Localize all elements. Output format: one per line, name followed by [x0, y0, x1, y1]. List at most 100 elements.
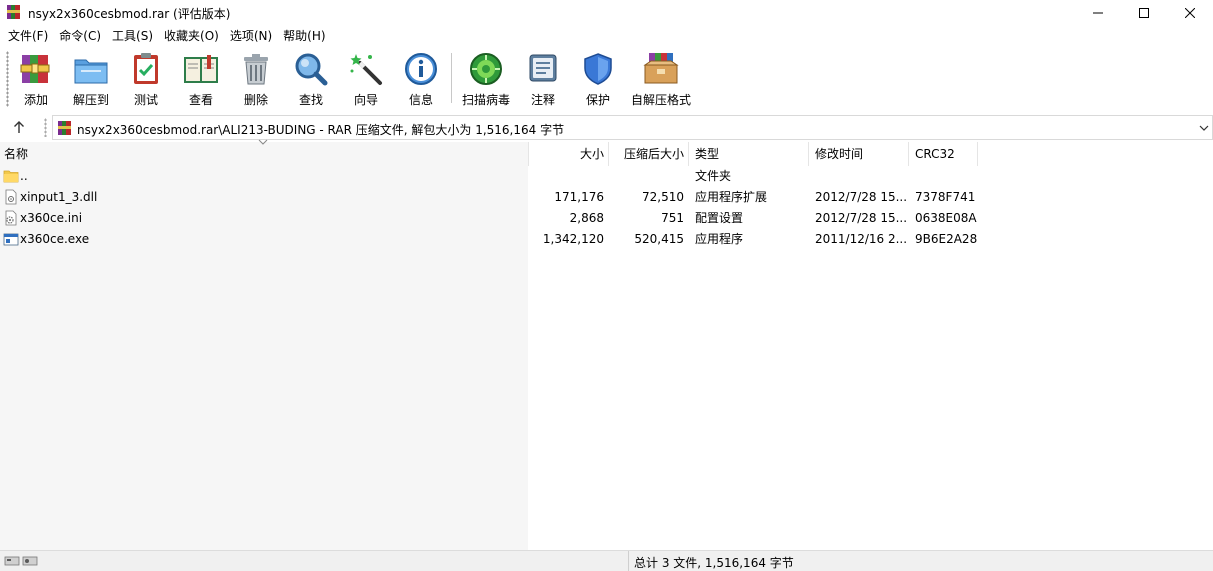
- column-header-packed[interactable]: 压缩后大小: [610, 142, 684, 166]
- maximize-icon: [1139, 7, 1149, 18]
- address-grip[interactable]: [44, 118, 47, 137]
- menu-tools[interactable]: 工具(S): [108, 26, 157, 46]
- file-name: x360ce.exe: [20, 232, 90, 246]
- column-divider[interactable]: [528, 142, 529, 166]
- address-dropdown-button[interactable]: [1198, 121, 1210, 135]
- view-label: 查看: [188, 93, 213, 107]
- menu-favorites[interactable]: 收藏夹(O): [160, 26, 223, 46]
- column-header-size[interactable]: 大小: [530, 142, 604, 166]
- exe-file-icon: [3, 233, 19, 246]
- status-summary: 总计 3 文件, 1,516,164 字节: [634, 556, 794, 570]
- close-icon: [1185, 7, 1195, 18]
- dll-file-icon: [5, 189, 17, 205]
- virus-scan-button[interactable]: 扫描病毒: [458, 50, 514, 108]
- address-row: nsyx2x360cesbmod.rar\ALI213-BUDING - RAR…: [0, 114, 1213, 140]
- file-size: 1,342,120: [542, 232, 604, 246]
- file-name: xinput1_3.dll: [20, 190, 98, 204]
- chevron-down-icon: [1199, 125, 1209, 131]
- find-label: 查找: [298, 93, 323, 107]
- view-button[interactable]: 查看: [173, 50, 229, 108]
- comment-label: 注释: [530, 93, 555, 107]
- toolbar: 添加 解压到 测试 查看 删除 查找 向导 信息 扫描病毒 注释 保护 自解压格…: [0, 47, 1213, 113]
- archive-icon: [58, 121, 71, 135]
- file-name: x360ce.ini: [20, 211, 83, 225]
- file-type: 配置设置: [695, 211, 744, 225]
- file-name: ..: [20, 169, 28, 183]
- table-row[interactable]: x360ce.ini 2,868 751 配置设置 2012/7/28 15..…: [0, 208, 1213, 229]
- delete-label: 删除: [243, 93, 268, 107]
- delete-button[interactable]: 删除: [228, 50, 284, 108]
- protect-button[interactable]: 保护: [570, 50, 626, 108]
- trash-icon: [244, 53, 268, 84]
- extract-folder-icon: [74, 59, 108, 83]
- drive-key-icon[interactable]: [4, 554, 38, 568]
- wizard-button[interactable]: 向导: [338, 50, 394, 108]
- virus-scan-label: 扫描病毒: [461, 93, 510, 107]
- status-divider: [628, 551, 629, 571]
- table-row[interactable]: .. 文件夹: [0, 166, 1213, 187]
- magnifier-icon: [295, 53, 328, 85]
- test-clipboard-icon: [134, 52, 158, 84]
- table-row[interactable]: xinput1_3.dll 171,176 72,510 应用程序扩展 2012…: [0, 187, 1213, 208]
- file-packed-size: 751: [661, 211, 684, 225]
- sfx-button[interactable]: 自解压格式: [626, 50, 696, 108]
- title-bar[interactable]: nsyx2x360cesbmod.rar (评估版本): [0, 0, 1213, 25]
- menu-file[interactable]: 文件(F): [4, 26, 52, 46]
- test-button[interactable]: 测试: [118, 50, 174, 108]
- minimize-icon: [1093, 12, 1103, 13]
- file-list: 名称 大小 压缩后大小 类型 修改时间 CRC32 .. 文件夹 xinput1…: [0, 139, 1213, 550]
- add-archive-icon: [20, 54, 50, 83]
- up-arrow-icon: [14, 121, 24, 133]
- column-header-crc[interactable]: CRC32: [915, 142, 955, 166]
- sfx-label: 自解压格式: [630, 93, 691, 107]
- address-path: nsyx2x360cesbmod.rar\ALI213-BUDING - RAR…: [77, 123, 565, 137]
- winrar-window: nsyx2x360cesbmod.rar (评估版本) 文件(F) 命令(C) …: [0, 0, 1213, 571]
- protect-label: 保护: [585, 93, 610, 107]
- extract-to-button[interactable]: 解压到: [63, 50, 119, 108]
- comment-icon: [529, 54, 557, 81]
- status-bar: 总计 3 文件, 1,516,164 字节: [0, 550, 1213, 571]
- extract-to-label: 解压到: [72, 93, 109, 107]
- file-type: 文件夹: [695, 169, 732, 183]
- column-header-type[interactable]: 类型: [695, 142, 719, 166]
- test-label: 测试: [133, 93, 158, 107]
- file-crc: 9B6E2A28: [915, 232, 978, 246]
- up-folder-button[interactable]: [8, 117, 30, 137]
- close-button[interactable]: [1167, 0, 1213, 25]
- info-icon: [405, 52, 437, 85]
- file-packed-size: 520,415: [634, 232, 684, 246]
- table-row[interactable]: x360ce.exe 1,342,120 520,415 应用程序 2011/1…: [0, 229, 1213, 250]
- column-divider[interactable]: [977, 142, 978, 166]
- comment-button[interactable]: 注释: [515, 50, 571, 108]
- info-button[interactable]: 信息: [393, 50, 449, 108]
- menu-help[interactable]: 帮助(H): [279, 26, 329, 46]
- menu-bar: 文件(F) 命令(C) 工具(S) 收藏夹(O) 选项(N) 帮助(H): [0, 25, 1213, 47]
- menu-commands[interactable]: 命令(C): [55, 26, 105, 46]
- file-size: 2,868: [569, 211, 604, 225]
- column-divider[interactable]: [608, 142, 609, 166]
- menu-options[interactable]: 选项(N): [226, 26, 276, 46]
- column-divider[interactable]: [908, 142, 909, 166]
- column-divider[interactable]: [808, 142, 809, 166]
- maximize-button[interactable]: [1121, 0, 1167, 25]
- shield-icon: [584, 52, 612, 85]
- address-bar[interactable]: nsyx2x360cesbmod.rar\ALI213-BUDING - RAR…: [52, 115, 1213, 140]
- window-title: nsyx2x360cesbmod.rar (评估版本): [28, 7, 231, 21]
- view-book-icon: [184, 54, 218, 83]
- column-header-modified[interactable]: 修改时间: [815, 142, 863, 166]
- file-crc: 7378F741: [915, 190, 976, 204]
- file-type: 应用程序: [695, 232, 744, 246]
- winrar-app-icon: [7, 5, 20, 19]
- file-modified: 2012/7/28 15...: [815, 211, 908, 225]
- ini-file-icon: [5, 210, 17, 226]
- column-header-name[interactable]: 名称: [4, 142, 28, 166]
- toolbar-separator: [451, 53, 452, 103]
- minimize-button[interactable]: [1075, 0, 1121, 25]
- file-type: 应用程序扩展: [695, 190, 768, 204]
- file-size: 171,176: [554, 190, 604, 204]
- find-button[interactable]: 查找: [283, 50, 339, 108]
- column-divider[interactable]: [688, 142, 689, 166]
- sfx-box-icon: [643, 52, 679, 83]
- file-packed-size: 72,510: [642, 190, 684, 204]
- add-button[interactable]: 添加: [8, 50, 64, 108]
